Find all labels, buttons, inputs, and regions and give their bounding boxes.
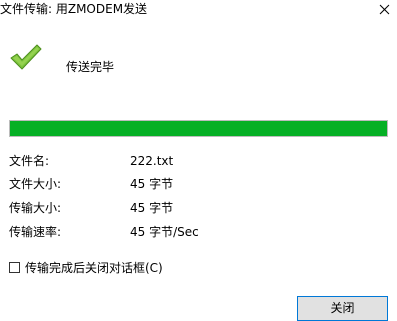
transfer-size-value: 45 字节 bbox=[130, 201, 174, 215]
file-name-label: 文件名: bbox=[9, 154, 50, 168]
auto-close-checkbox[interactable] bbox=[9, 262, 20, 273]
transfer-size-label: 传输大小: bbox=[9, 201, 62, 215]
file-name-value: 222.txt bbox=[130, 154, 174, 168]
green-checkmark-icon bbox=[9, 43, 43, 73]
file-size-label: 文件大小: bbox=[9, 177, 62, 191]
close-button[interactable]: 关闭 bbox=[297, 296, 388, 321]
close-x-icon[interactable] bbox=[372, 0, 397, 20]
auto-close-label[interactable]: 传输完成后关闭对话框(C) bbox=[25, 260, 163, 276]
transfer-rate-label: 传输速率: bbox=[9, 225, 62, 239]
title-bar: 文件传输: 用ZMODEM发送 bbox=[0, 0, 397, 22]
transfer-dialog: 文件传输: 用ZMODEM发送 传送完毕 文件名: 222.txt 文件大小: … bbox=[0, 0, 397, 321]
file-size-value: 45 字节 bbox=[130, 177, 174, 191]
progress-fill bbox=[10, 121, 387, 136]
transfer-rate-value: 45 字节/Sec bbox=[130, 225, 199, 239]
window-title: 文件传输: 用ZMODEM发送 bbox=[0, 2, 148, 16]
progress-bar bbox=[9, 120, 388, 137]
status-message: 传送完毕 bbox=[66, 60, 115, 74]
